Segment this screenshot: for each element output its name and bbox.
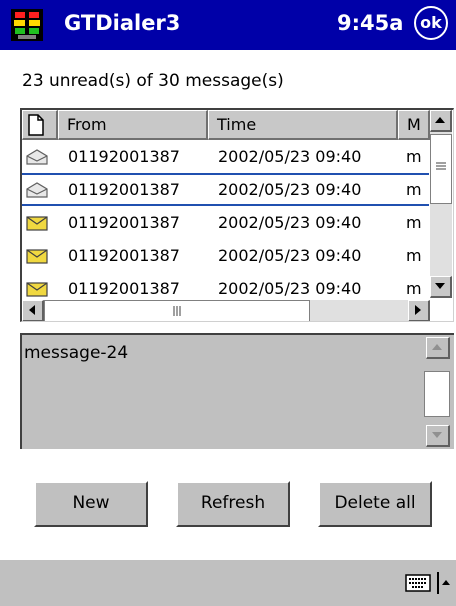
unread-summary: 23 unread(s) of 30 message(s) [22,71,284,91]
arrow-right-icon [415,305,421,315]
message-preview[interactable]: message-24 [20,333,454,449]
message-cell: m [406,213,422,232]
scroll-down-button[interactable] [430,276,452,298]
time-cell: 2002/05/23 09:40 [218,180,362,199]
refresh-button[interactable]: Refresh [176,481,290,527]
keyboard-icon[interactable] [405,573,431,593]
from-cell: 01192001387 [68,180,180,199]
scroll-right-button[interactable] [408,300,430,321]
grip-icon [436,162,446,170]
envelope-unread-icon [26,249,48,264]
column-header-from[interactable]: From [58,110,208,140]
preview-text: message-24 [24,343,129,363]
scroll-up-button[interactable] [430,110,452,132]
arrow-up-icon [435,117,445,123]
from-cell: 01192001387 [68,213,180,232]
envelope-unread-icon [26,216,48,231]
app-title: GTDialer3 [64,11,181,35]
ok-button[interactable]: ok [414,6,448,40]
table-row[interactable]: 01192001387 2002/05/23 09:40 m [22,239,429,272]
clock[interactable]: 9:45a [337,11,403,35]
from-cell: 01192001387 [68,246,180,265]
command-bar [0,559,456,606]
arrow-down-icon [432,432,442,438]
arrow-up-icon [432,344,442,350]
list-header: From Time M [22,110,434,140]
document-icon [28,114,44,136]
status-cell [22,175,58,208]
arrow-left-icon [29,305,35,315]
time-cell: 2002/05/23 09:40 [218,213,362,232]
status-cell [22,140,58,173]
preview-scroll-up-button[interactable] [426,337,450,359]
input-panel-toggle[interactable] [437,572,455,594]
time-cell: 2002/05/23 09:40 [218,246,362,265]
status-cell [22,239,58,272]
message-cell: m [406,180,422,199]
preview-scroll-down-button[interactable] [426,425,450,447]
title-bar: GTDialer3 9:45a ok [0,0,456,50]
grip-icon [173,306,181,316]
column-header-time[interactable]: Time [208,110,398,140]
arrow-up-icon [442,580,450,585]
from-cell: 01192001387 [68,147,180,166]
envelope-read-icon [26,182,48,198]
table-row[interactable]: 01192001387 2002/05/23 09:40 m [22,140,429,173]
table-row[interactable]: 01192001387 2002/05/23 09:40 m [22,206,429,239]
vertical-scroll-thumb[interactable] [430,134,452,204]
column-header-message[interactable]: M [398,110,430,140]
table-row[interactable]: 01192001387 2002/05/23 09:40 m [22,173,429,206]
time-cell: 2002/05/23 09:40 [218,147,362,166]
status-cell [22,206,58,239]
new-button[interactable]: New [34,481,148,527]
horizontal-scroll-thumb[interactable] [44,300,310,321]
arrow-down-icon [435,283,445,289]
message-cell: m [406,246,422,265]
envelope-unread-icon [26,282,48,297]
delete-all-button[interactable]: Delete all [318,481,432,527]
message-list[interactable]: From Time M 01192001387 2002/05/23 09:40 m… [20,108,454,322]
app-logo-icon[interactable] [10,8,44,42]
column-header-icon[interactable] [22,110,58,140]
envelope-read-icon [26,149,48,165]
preview-scroll-thumb[interactable] [424,371,450,417]
scroll-left-button[interactable] [22,300,44,321]
message-cell: m [406,147,422,166]
